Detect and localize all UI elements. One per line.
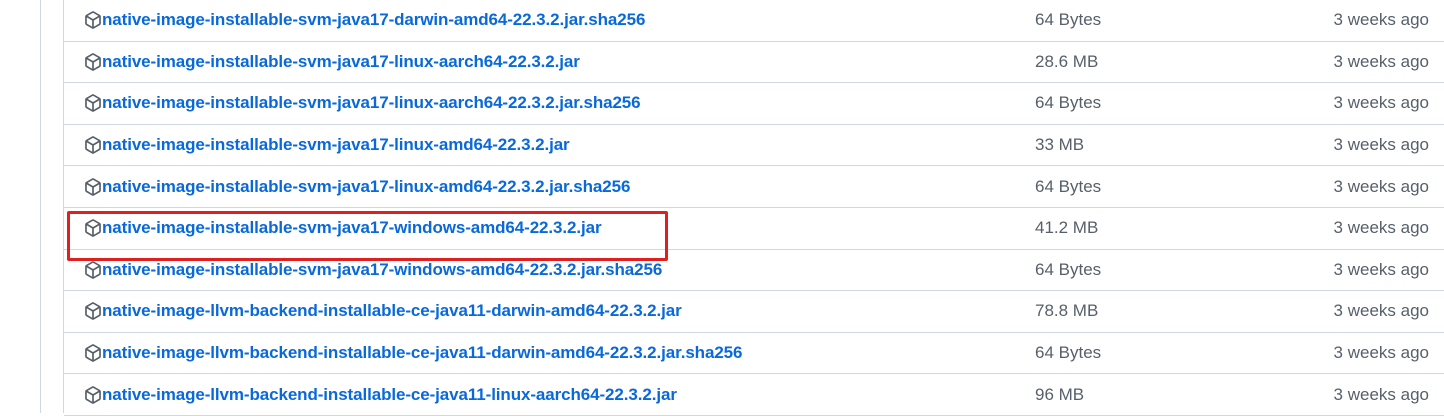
asset-size: 64 Bytes <box>1035 93 1102 113</box>
asset-link[interactable]: native-image-installable-svm-java17-linu… <box>102 52 580 72</box>
asset-size: 41.2 MB <box>1035 218 1099 238</box>
asset-size: 64 Bytes <box>1035 10 1102 30</box>
asset-row: native-image-llvm-backend-installable-ce… <box>64 374 1444 416</box>
package-icon <box>85 261 101 279</box>
asset-link[interactable]: native-image-installable-svm-java17-linu… <box>102 135 570 155</box>
asset-link[interactable]: native-image-installable-svm-java17-linu… <box>102 177 630 197</box>
asset-age: 3 weeks ago <box>1333 10 1429 30</box>
package-icon <box>85 219 101 238</box>
asset-link[interactable]: native-image-llvm-backend-installable-ce… <box>102 343 742 363</box>
asset-row: native-image-llvm-backend-installable-ce… <box>64 291 1444 333</box>
asset-size: 64 Bytes <box>1035 259 1102 279</box>
asset-link[interactable]: native-image-llvm-backend-installable-ce… <box>102 385 677 405</box>
asset-size: 64 Bytes <box>1035 343 1102 363</box>
asset-link[interactable]: native-image-installable-svm-java17-wind… <box>102 260 662 280</box>
package-icon <box>85 136 101 154</box>
asset-row: native-image-llvm-backend-installable-ce… <box>64 333 1444 375</box>
release-assets-list: native-image-installable-svm-java17-darw… <box>63 0 1444 416</box>
package-icon <box>85 94 101 113</box>
package-icon <box>85 302 101 321</box>
asset-age: 3 weeks ago <box>1333 301 1429 321</box>
asset-row: native-image-installable-svm-java17-linu… <box>64 125 1444 167</box>
asset-size: 96 MB <box>1035 384 1085 404</box>
asset-row: native-image-installable-svm-java17-linu… <box>64 83 1444 125</box>
asset-age: 3 weeks ago <box>1333 259 1429 279</box>
asset-size: 28.6 MB <box>1035 51 1099 71</box>
asset-age: 3 weeks ago <box>1333 135 1429 155</box>
asset-link[interactable]: native-image-installable-svm-java17-linu… <box>102 93 641 113</box>
asset-age: 3 weeks ago <box>1333 176 1429 196</box>
asset-row: native-image-installable-svm-java17-linu… <box>64 42 1444 84</box>
asset-age: 3 weeks ago <box>1333 51 1429 71</box>
asset-age: 3 weeks ago <box>1333 93 1429 113</box>
asset-size: 78.8 MB <box>1035 301 1099 321</box>
asset-row: native-image-installable-svm-java17-linu… <box>64 166 1444 208</box>
package-icon <box>85 11 101 30</box>
package-icon <box>85 385 101 404</box>
asset-age: 3 weeks ago <box>1333 384 1429 404</box>
asset-age: 3 weeks ago <box>1333 218 1429 238</box>
page-left-border <box>40 0 41 413</box>
asset-age: 3 weeks ago <box>1333 343 1429 363</box>
asset-size: 64 Bytes <box>1035 176 1102 196</box>
asset-link[interactable]: native-image-installable-svm-java17-darw… <box>102 10 645 30</box>
asset-row: native-image-installable-svm-java17-darw… <box>64 0 1444 42</box>
package-icon <box>85 344 101 362</box>
asset-row-highlighted: native-image-installable-svm-java17-wind… <box>64 208 1444 250</box>
asset-link[interactable]: native-image-llvm-backend-installable-ce… <box>102 301 682 321</box>
package-icon <box>85 177 101 196</box>
asset-size: 33 MB <box>1035 135 1085 155</box>
package-icon <box>85 53 101 71</box>
asset-row: native-image-installable-svm-java17-wind… <box>64 250 1444 292</box>
asset-link[interactable]: native-image-installable-svm-java17-wind… <box>102 218 602 238</box>
